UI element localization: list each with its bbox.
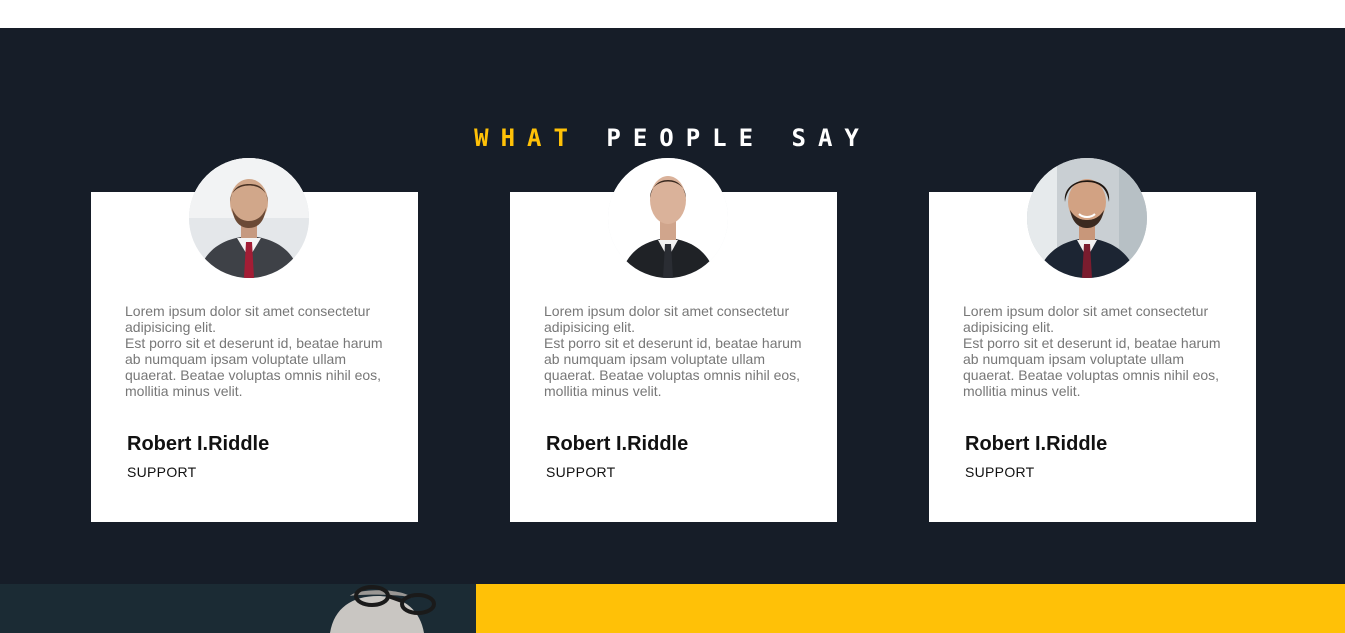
section-title-accent: WHAT xyxy=(474,124,580,152)
man-curly-hair-smiling-photo xyxy=(1027,158,1147,278)
testimonial-quote: Lorem ipsum dolor sit amet consectetur a… xyxy=(125,303,395,399)
quote-line-2: Est porro sit et deserunt id, beatae har… xyxy=(963,335,1221,399)
man-suit-tie-photo xyxy=(608,158,728,278)
person-name: Robert I.Riddle xyxy=(127,433,270,455)
quote-line-2: Est porro sit et deserunt id, beatae har… xyxy=(544,335,802,399)
older-man-with-glasses-photo xyxy=(0,584,476,633)
quote-line-1: Lorem ipsum dolor sit amet consectetur a… xyxy=(963,303,1209,335)
person-role: SUPPORT xyxy=(965,464,1035,480)
avatar xyxy=(1027,158,1147,278)
testimonial-card: Lorem ipsum dolor sit amet consectetur a… xyxy=(510,158,837,522)
quote-line-2: Est porro sit et deserunt id, beatae har… xyxy=(125,335,383,399)
testimonial-card: Lorem ipsum dolor sit amet consectetur a… xyxy=(929,158,1256,522)
person-role: SUPPORT xyxy=(546,464,616,480)
person-role: SUPPORT xyxy=(127,464,197,480)
avatar xyxy=(189,158,309,278)
bottom-section-photo xyxy=(0,584,476,633)
quote-line-1: Lorem ipsum dolor sit amet consectetur a… xyxy=(125,303,371,335)
testimonial-card: Lorem ipsum dolor sit amet consectetur a… xyxy=(91,158,418,522)
bottom-yellow-panel xyxy=(476,584,1345,633)
person-name: Robert I.Riddle xyxy=(546,433,689,455)
avatar xyxy=(608,158,728,278)
quote-line-1: Lorem ipsum dolor sit amet consectetur a… xyxy=(544,303,790,335)
testimonial-quote: Lorem ipsum dolor sit amet consectetur a… xyxy=(963,303,1233,399)
person-name: Robert I.Riddle xyxy=(965,433,1108,455)
section-title: WHAT PEOPLE SAY xyxy=(0,124,1345,152)
testimonial-quote: Lorem ipsum dolor sit amet consectetur a… xyxy=(544,303,814,399)
testimonials-section: WHAT PEOPLE SAY Lorem ipsum dolor sit am… xyxy=(0,28,1345,584)
top-white-strip xyxy=(0,0,1345,28)
man-beard-suit-photo xyxy=(189,158,309,278)
section-title-rest: PEOPLE SAY xyxy=(606,124,871,152)
